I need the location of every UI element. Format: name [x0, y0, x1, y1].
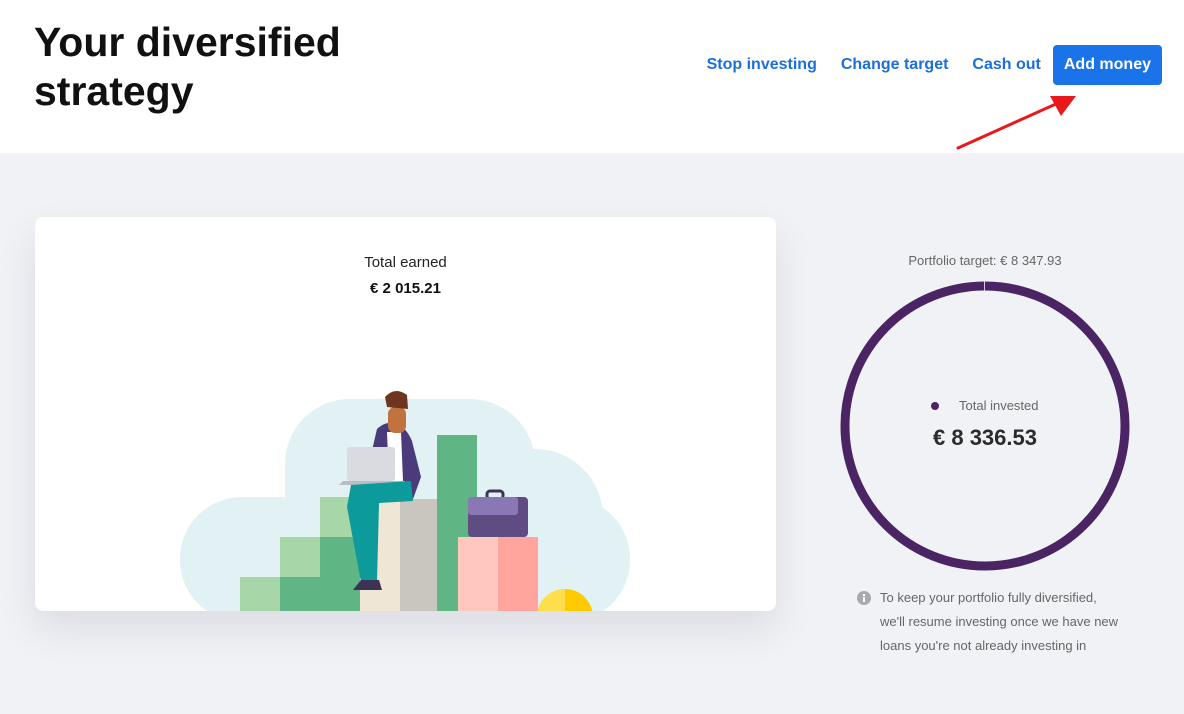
total-invested-label: Total invested	[959, 398, 1039, 413]
stop-investing-link[interactable]: Stop investing	[707, 45, 817, 85]
total-earned-value: € 2 015.21	[370, 280, 441, 297]
info-icon	[857, 591, 871, 605]
invested-legend-dot	[931, 402, 939, 410]
header-actions: Stop investing Change target Cash out Ad…	[707, 45, 1162, 85]
page-header: Your diversified strategy Stop investing…	[0, 0, 1184, 153]
total-invested-value: € 8 336.53	[933, 425, 1037, 450]
add-money-button[interactable]: Add money	[1052, 45, 1162, 85]
total-earned-label: Total earned	[364, 254, 447, 271]
investor-illustration	[180, 390, 630, 611]
portfolio-content: Total earned € 2 015.21 Portfolio target…	[0, 153, 1184, 714]
cash-out-link[interactable]: Cash out	[972, 45, 1040, 85]
change-target-link[interactable]: Change target	[841, 45, 949, 85]
annotation-arrow-icon	[956, 96, 1076, 150]
total-earned-card: Total earned € 2 015.21	[35, 217, 776, 611]
page-title: Your diversified strategy	[34, 19, 341, 114]
portfolio-target-label: Portfolio target: € 8 347.93	[908, 253, 1062, 268]
diversification-info-text: To keep your portfolio fully diversified…	[880, 590, 1119, 653]
